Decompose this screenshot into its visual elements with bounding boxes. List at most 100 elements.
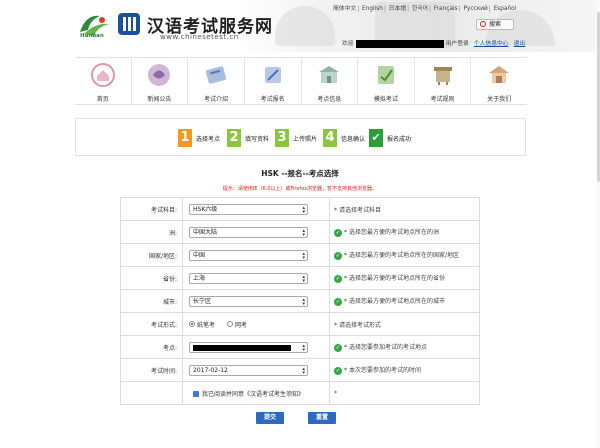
- site-header: Hanban 汉语考试服务网 www.chinesetest.cn 简体中文| …: [0, 0, 600, 52]
- lang-ru[interactable]: Русский: [463, 6, 487, 12]
- lang-ko[interactable]: 한국어: [412, 6, 428, 12]
- step-number-4: 4: [323, 129, 337, 147]
- nav-item-exam-intro[interactable]: 考试介绍: [188, 58, 245, 104]
- step-check-icon: ✔: [369, 129, 383, 147]
- city-label: 城市:: [120, 289, 183, 313]
- welcome-text: 欢迎: [342, 41, 354, 47]
- nav-item-about-us[interactable]: 关于我们: [471, 58, 527, 104]
- lang-en[interactable]: English: [362, 6, 383, 12]
- lang-zh[interactable]: 简体中文: [333, 6, 356, 12]
- province-label: 省份:: [120, 266, 183, 290]
- agree-checkbox[interactable]: [193, 391, 199, 397]
- select-arrows-icon: ▴ ▾: [302, 204, 305, 215]
- subject-select[interactable]: HSK六级 ▴ ▾: [189, 203, 308, 215]
- agree-label[interactable]: 我已阅读并同意《汉语考试考生须知》: [202, 391, 304, 398]
- format-hint: 请选择考试形式: [339, 321, 382, 329]
- search-button[interactable]: 搜索: [476, 19, 514, 30]
- main-nav: 首页 新闻公告 考试介绍 考试报名 考点信息 模拟考试 考试规则 关于我们: [75, 57, 527, 105]
- check-icon: ✓: [334, 274, 342, 283]
- mock-exam-icon: [377, 66, 394, 84]
- nav-item-exam-registration[interactable]: 考试报名: [245, 58, 302, 104]
- lang-es[interactable]: Español: [494, 6, 517, 12]
- lang-fr[interactable]: Français: [434, 6, 458, 12]
- nav-label-news: 新闻公告: [147, 96, 172, 103]
- user-center-link[interactable]: 个人信息中心: [474, 41, 509, 47]
- test-center-icon: [319, 66, 340, 83]
- form-row-continent: 洲: 中国大陆 ▴ ▾ ✓ * 选择您最方便的考试地点所在的洲: [120, 220, 480, 244]
- select-arrows-icon: ▴ ▾: [302, 227, 305, 238]
- nav-label-home: 首页: [96, 96, 109, 103]
- nav-item-test-center[interactable]: 考点信息: [302, 58, 359, 104]
- center-select[interactable]: ▴ ▾: [189, 341, 308, 353]
- step-number-3: 3: [275, 129, 289, 147]
- exam-intro-icon: [206, 66, 227, 84]
- logout-link[interactable]: 退出: [514, 41, 526, 47]
- form-row-province: 省份: 上海 ▴ ▾ ✓ * 选择您最方便的考试地点所在的省份: [120, 266, 480, 290]
- home-icon: [90, 63, 115, 87]
- step-number-2: 2: [227, 129, 241, 147]
- city-hint: 选择您最方便的考试地点所在的城市: [349, 298, 446, 306]
- check-icon: ✓: [334, 251, 342, 260]
- confucius-institute-logo-icon: [118, 13, 140, 35]
- continent-select[interactable]: 中国大陆 ▴ ▾: [189, 226, 308, 238]
- radio-paper-exam[interactable]: [189, 321, 195, 327]
- country-select[interactable]: 中国 ▴ ▾: [189, 249, 308, 261]
- check-icon: ✓: [334, 343, 342, 352]
- registration-steps: 1 选择考点 2 填写资料 3 上传照片 4 信息确认 ✔ 报名成功: [75, 118, 526, 156]
- agree-required-star: *: [334, 389, 337, 397]
- step-label: 上传照片: [293, 136, 318, 143]
- nav-item-exam-rules[interactable]: 考试规则: [415, 58, 472, 104]
- exam-registration-icon: [264, 67, 281, 83]
- nav-item-news[interactable]: 新闻公告: [132, 58, 189, 104]
- center-label: 考点:: [120, 335, 183, 359]
- registration-form: 考试科目: HSK六级 ▴ ▾ * 请选择考试科目 洲: 中国大陆 ▴ ▾ ✓ * 选择您最方…: [120, 197, 480, 405]
- reset-button[interactable]: 重置: [308, 412, 336, 424]
- date-label: 考试时间:: [120, 358, 183, 382]
- form-title: HSK --报名--考点选择: [261, 169, 339, 178]
- step-label: 选择考点: [196, 136, 221, 143]
- subject-select-value: HSK六级: [193, 205, 218, 213]
- date-select[interactable]: 2017-02-12 ▴ ▾: [189, 364, 308, 376]
- step-label: 填写资料: [245, 136, 270, 143]
- nav-item-home[interactable]: 首页: [75, 58, 132, 104]
- select-arrows-icon: ▴ ▾: [302, 250, 305, 261]
- nav-label-exam-intro: 考试介绍: [204, 96, 229, 103]
- nav-item-mock-exam[interactable]: 模拟考试: [358, 58, 415, 104]
- nav-label-about-us: 关于我们: [487, 96, 512, 103]
- check-icon: ✓: [334, 228, 342, 237]
- center-hint: 选择您要参加考试的考试地点: [349, 344, 428, 352]
- radio-online-exam[interactable]: [226, 321, 233, 327]
- exam-rules-icon: [433, 67, 452, 85]
- redacted-center-value: [193, 344, 291, 351]
- form-row-date: 考试时间: 2017-02-12 ▴ ▾ ✓ * 本次您要参加的考试的时间: [120, 358, 480, 382]
- required-star: *: [334, 206, 337, 214]
- form-row-city: 城市: 长宁区 ▴ ▾ ✓ * 选择您最方便的考试地点所在的城市: [120, 289, 480, 313]
- step-number-1: 1: [178, 129, 192, 147]
- step-label: 报名成功: [387, 136, 412, 143]
- radio-online-exam-label: 网考: [234, 321, 247, 329]
- form-row-format: 考试形式: 纸笔考 网考 * 请选择考试形式: [120, 312, 480, 336]
- city-select-value: 长宁区: [193, 297, 212, 305]
- lang-ja[interactable]: 日本語: [389, 6, 406, 12]
- nav-label-exam-rules: 考试规则: [430, 96, 455, 103]
- select-arrows-icon: ▴ ▾: [302, 365, 305, 376]
- country-label: 国家/地区:: [120, 243, 183, 267]
- redacted-username: [355, 39, 444, 48]
- province-hint: 选择您最方便的考试地点所在的省份: [349, 275, 446, 283]
- scrollbar[interactable]: [596, 0, 600, 448]
- submit-button[interactable]: 提交: [256, 412, 284, 424]
- about-us-icon: [489, 66, 510, 83]
- nav-label-mock-exam: 模拟考试: [373, 96, 398, 103]
- search-label: 搜索: [489, 21, 502, 28]
- date-select-value: 2017-02-12: [193, 366, 228, 374]
- province-select[interactable]: 上海 ▴ ▾: [189, 272, 308, 284]
- continent-label: 洲:: [120, 220, 183, 244]
- city-select[interactable]: 长宁区 ▴ ▾: [189, 295, 308, 307]
- format-label: 考试形式:: [120, 312, 183, 336]
- hanban-logo-text: Hanban: [80, 33, 104, 39]
- step-label: 信息确认: [341, 136, 366, 143]
- required-star: *: [334, 321, 337, 329]
- form-row-agree: 我已阅读并同意《汉语考试考生须知》 *: [120, 381, 480, 405]
- date-hint: 本次您要参加的考试的时间: [349, 367, 422, 375]
- search-icon: [480, 21, 486, 27]
